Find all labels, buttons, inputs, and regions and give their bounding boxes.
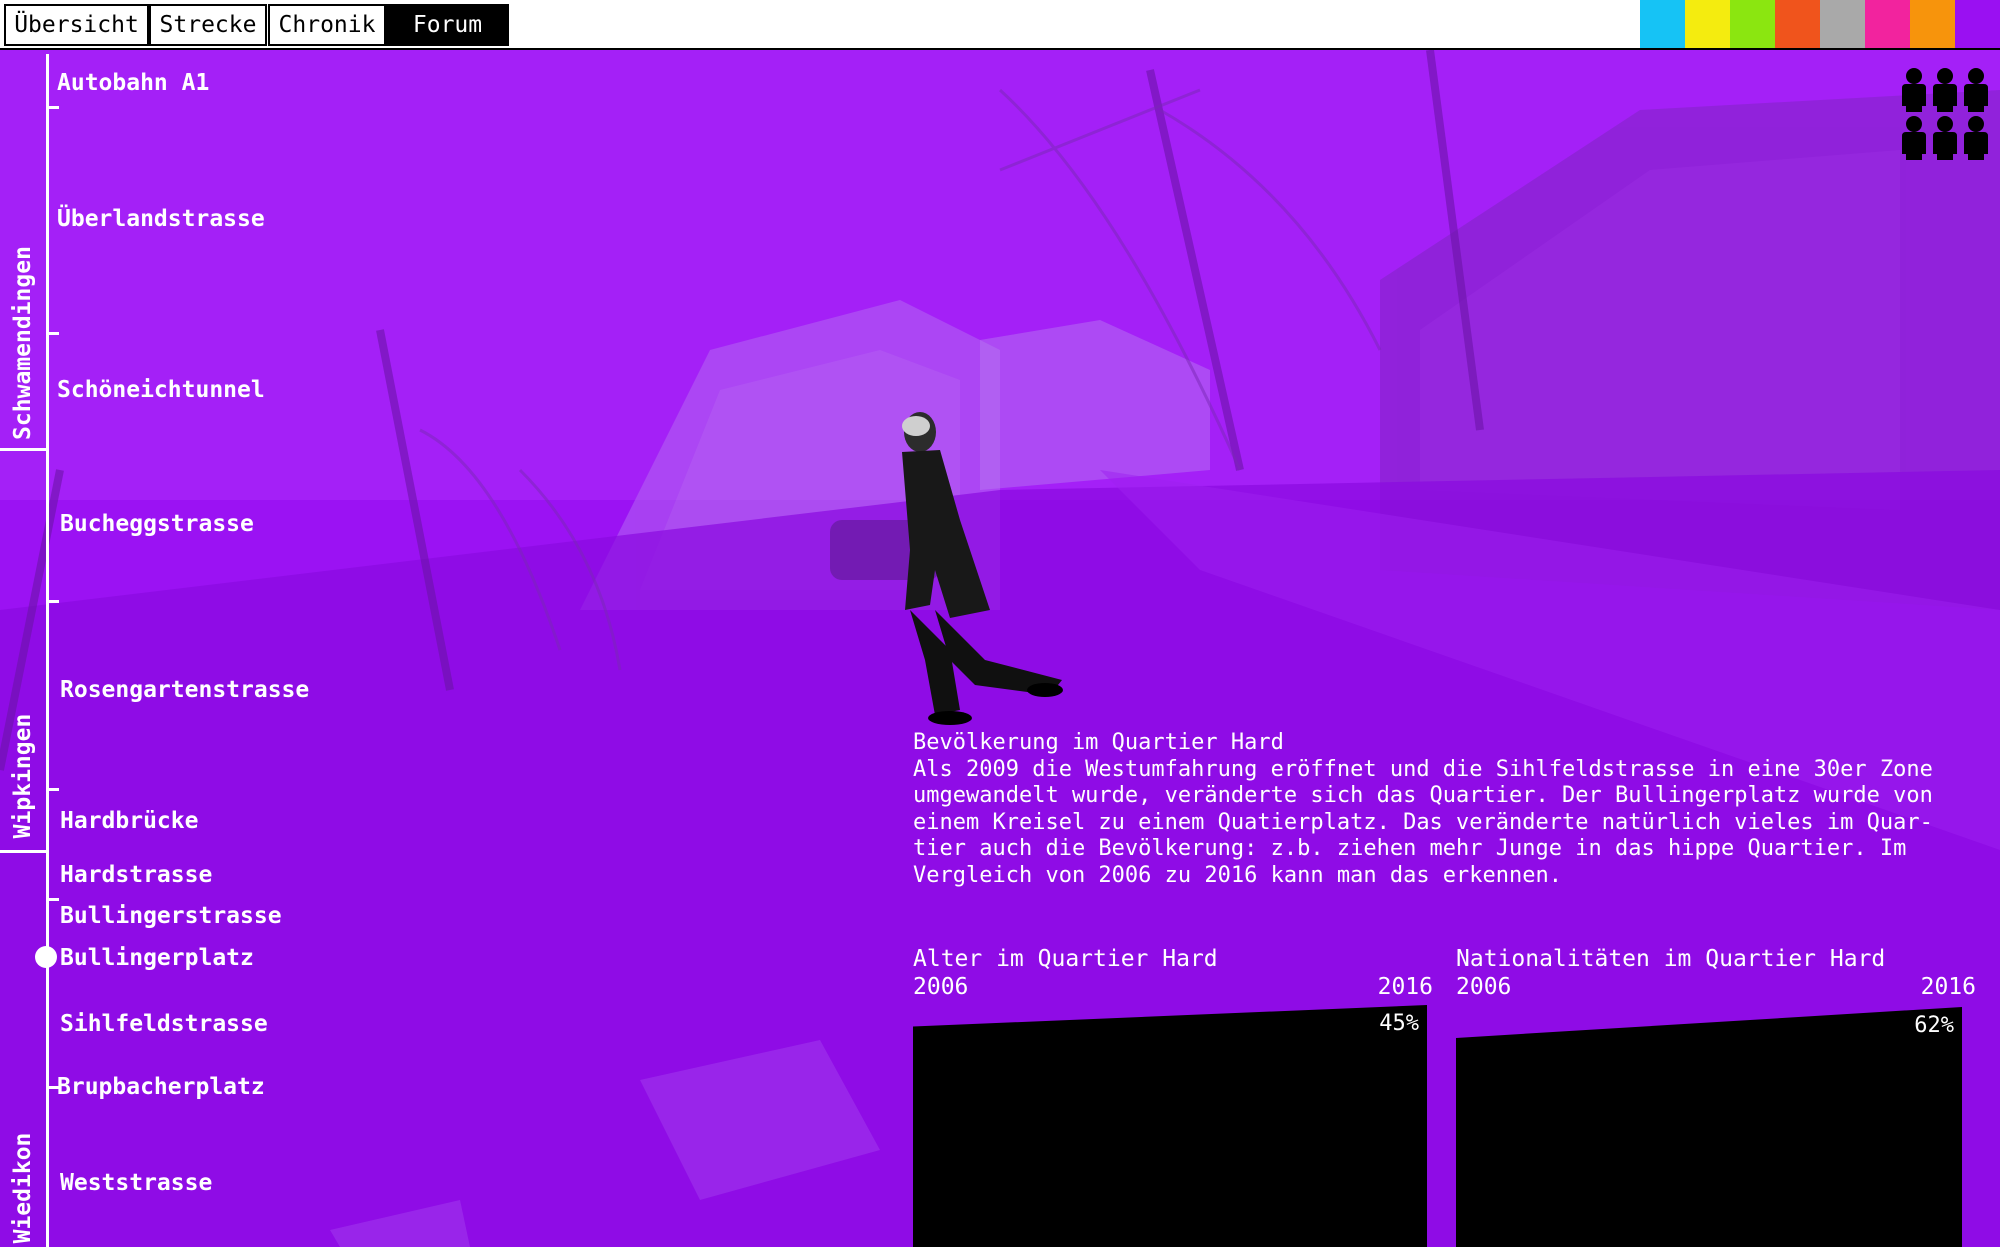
chart-year-labels: 2006 2016 <box>1456 973 1976 1001</box>
stop-bullingerplatz[interactable]: Bullingerplatz <box>60 945 254 971</box>
color-swatch-2[interactable] <box>1685 0 1730 48</box>
timeline-tick <box>46 1086 56 1089</box>
stop-hardbruecke[interactable]: Hardbrücke <box>60 808 198 834</box>
year-label-end: 2016 <box>1377 974 1433 1000</box>
area-mark <box>1456 1007 1962 1247</box>
data-label-end: 45% <box>1379 1011 1419 1036</box>
info-line: einem Kreisel zu einem Quatierplatz. Das… <box>913 809 1933 835</box>
chart-year-labels: 2006 2016 <box>913 973 1433 1001</box>
year-label-start: 2006 <box>1456 974 1512 1000</box>
stop-autobahn-a1[interactable]: Autobahn A1 <box>57 70 209 96</box>
stop-weststrasse[interactable]: Weststrasse <box>60 1170 212 1196</box>
info-line: Vergleich von 2006 zu 2016 kann man das … <box>913 862 1563 888</box>
current-stop-marker <box>35 946 57 968</box>
color-swatch-bar <box>1640 0 2000 48</box>
color-swatch-4[interactable] <box>1775 0 1820 48</box>
chart-title: Alter im Quartier Hard <box>913 946 1218 972</box>
stop-hardstrasse[interactable]: Hardstrasse <box>60 862 212 888</box>
chart-area-svg <box>1456 1007 1962 1247</box>
district-label-wipkingen: Wipkingen <box>10 713 36 839</box>
color-swatch-3[interactable] <box>1730 0 1775 48</box>
district-separator <box>0 448 49 451</box>
color-swatch-1[interactable] <box>1640 0 1685 48</box>
district-label-schwamendingen: Schwamendingen <box>10 246 36 440</box>
stop-bucheggstrasse[interactable]: Bucheggstrasse <box>60 511 254 537</box>
population-info-block: Bevölkerung im Quartier Hard Als 2009 di… <box>913 730 1973 889</box>
top-navigation-bar: Übersicht Strecke Chronik Forum <box>0 0 2000 50</box>
color-swatch-5[interactable] <box>1820 0 1865 48</box>
tab-uebersicht[interactable]: Übersicht <box>4 4 149 46</box>
stop-bullingerstrasse[interactable]: Bullingerstrasse <box>60 903 282 929</box>
timeline-tick <box>46 332 59 335</box>
year-label-start: 2006 <box>913 974 969 1000</box>
chart-nationalitaeten: Nationalitäten im Quartier Hard 2006 201… <box>1456 945 1976 1247</box>
color-swatch-8[interactable] <box>1955 0 2000 48</box>
info-line: tier auch die Bevölkerung: z.b. ziehen m… <box>913 836 1907 861</box>
stop-rosengartenstrasse[interactable]: Rosengartenstrasse <box>60 677 309 703</box>
color-swatch-7[interactable] <box>1910 0 1955 48</box>
tab-chronik[interactable]: Chronik <box>268 4 386 46</box>
stop-sihlfeldstrasse[interactable]: Sihlfeldstrasse <box>60 1011 268 1037</box>
route-timeline: Schwamendingen Wipkingen Wiedikon Autoba… <box>0 50 340 1247</box>
chart-alter: Alter im Quartier Hard 2006 2016 45% <box>913 945 1433 1247</box>
district-separator <box>0 850 49 853</box>
stop-ueberlandstrasse[interactable]: Überlandstrasse <box>57 206 265 232</box>
district-label-wiedikon: Wiedikon <box>10 1132 36 1244</box>
timeline-axis <box>46 54 49 1247</box>
stop-brupbacherplatz[interactable]: Brupbacherplatz <box>57 1074 265 1100</box>
tab-strecke[interactable]: Strecke <box>149 4 267 46</box>
people-group-icon[interactable] <box>1900 66 1992 162</box>
chart-title: Nationalitäten im Quartier Hard <box>1456 946 1886 972</box>
timeline-tick <box>46 106 59 109</box>
color-swatch-6[interactable] <box>1865 0 1910 48</box>
info-line: Als 2009 die Westumfahrung eröffnet und … <box>913 756 1933 782</box>
area-mark <box>913 1005 1427 1247</box>
tab-forum[interactable]: Forum <box>386 4 509 46</box>
info-title: Bevölkerung im Quartier Hard <box>913 730 1284 755</box>
info-line: umgewandelt wurde, veränderte sich das Q… <box>913 783 1933 808</box>
info-body: Als 2009 die Westumfahrung eröffnet und … <box>913 757 1973 890</box>
chart-area-svg <box>913 1005 1427 1247</box>
timeline-tick <box>46 788 59 791</box>
timeline-tick <box>46 600 59 603</box>
timeline-tick <box>46 898 59 901</box>
stop-schoeneichtunnel[interactable]: Schöneichtunnel <box>57 377 265 403</box>
year-label-end: 2016 <box>1920 974 1976 1000</box>
data-label-end: 62% <box>1914 1013 1954 1038</box>
